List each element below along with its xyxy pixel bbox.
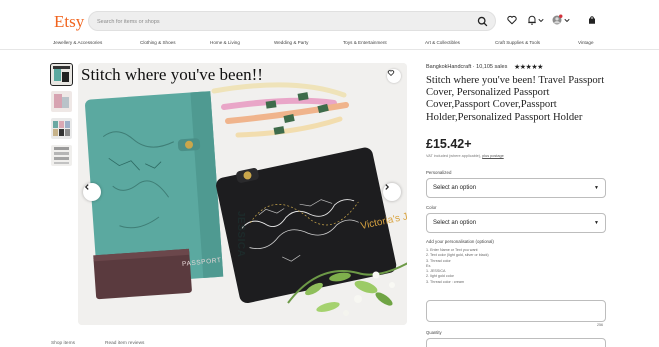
chevron-left-icon <box>84 184 89 190</box>
product-price: £15.42+ <box>426 137 472 151</box>
personalized-value: Select an option <box>433 185 477 191</box>
thumbnail-3[interactable] <box>51 118 72 139</box>
color-select[interactable]: Select an option ▼ <box>426 213 606 233</box>
nav-item-art[interactable]: Art & Collectibles <box>425 40 460 45</box>
heart-icon[interactable] <box>506 14 518 26</box>
product-photo <box>78 63 407 325</box>
color-label: Color <box>426 205 437 210</box>
chevron-down-icon[interactable] <box>538 14 544 26</box>
quantity-label: Quantity <box>426 330 442 335</box>
search-bar[interactable] <box>88 11 496 31</box>
thumbnail-4[interactable] <box>51 145 72 166</box>
product-image[interactable]: Stitch where you've been!! JESSICA PASSP… <box>78 63 407 325</box>
personalisation-instructions: 1. Enter Name or Text you want 2. Text c… <box>426 248 489 285</box>
thumbnail-1[interactable] <box>50 63 73 86</box>
bell-icon[interactable] <box>526 14 538 26</box>
thumbnail-2[interactable] <box>51 91 72 112</box>
postage-link[interactable]: plus postage <box>482 154 504 158</box>
personalisation-label: Add your personalisation (optional) <box>426 239 494 244</box>
product-title: Stitch where you've been! Travel Passpor… <box>426 75 605 123</box>
nav-item-vintage[interactable]: Vintage <box>578 40 594 45</box>
cover-name-text: JESSICA <box>235 211 246 258</box>
personalized-select[interactable]: Select an option ▼ <box>426 178 606 198</box>
cart-icon[interactable] <box>586 14 598 26</box>
shop-info: BangkokHandcraft · 10,105 sales <box>426 64 507 70</box>
instruction-line: 3. Thread color : cream <box>426 279 465 284</box>
chevron-right-icon <box>385 184 390 190</box>
sales-count: 10,105 sales <box>476 64 508 70</box>
personalized-label: Personalized <box>426 170 452 175</box>
search-icon[interactable] <box>476 15 489 28</box>
heart-icon <box>387 70 395 76</box>
caret-down-icon: ▼ <box>594 220 599 226</box>
nav-item-craft[interactable]: Craft Supplies & Tools <box>495 40 540 45</box>
shop-name[interactable]: BangkokHandcraft <box>426 64 471 70</box>
nav-item-toys[interactable]: Toys & Entertainment <box>343 40 387 45</box>
char-counter: 256 <box>597 323 603 327</box>
chevron-down-icon[interactable] <box>564 14 570 26</box>
favorite-button[interactable] <box>387 69 401 83</box>
tab-item-reviews[interactable]: Read item reviews <box>105 341 144 346</box>
next-image-button[interactable] <box>383 183 401 201</box>
nav-item-home[interactable]: Home & Living <box>210 40 240 45</box>
caret-down-icon: ▼ <box>594 185 599 191</box>
nav-item-wedding[interactable]: Wedding & Party <box>274 40 308 45</box>
image-caption: Stitch where you've been!! <box>81 65 263 84</box>
color-value: Select an option <box>433 220 477 226</box>
vat-text: VAT included (where applicable), <box>426 154 482 158</box>
etsy-logo[interactable]: Etsy <box>54 12 84 32</box>
search-input[interactable] <box>97 14 467 29</box>
rating-stars[interactable]: ★★★★★ <box>514 63 543 71</box>
quantity-select[interactable] <box>426 338 606 347</box>
category-nav: Jewellery & Accessories Clothing & Shoes… <box>0 38 659 50</box>
vat-note: VAT included (where applicable), plus po… <box>426 154 504 158</box>
instruction-line: 2. Text color (light gold, silver or bla… <box>426 253 489 258</box>
nav-item-jewellery[interactable]: Jewellery & Accessories <box>53 40 102 45</box>
avatar[interactable] <box>551 14 563 26</box>
tab-shop-items[interactable]: Shop items <box>51 341 75 346</box>
nav-item-clothing[interactable]: Clothing & Shoes <box>140 40 176 45</box>
prev-image-button[interactable] <box>83 183 101 201</box>
personalisation-textarea[interactable] <box>426 300 606 322</box>
